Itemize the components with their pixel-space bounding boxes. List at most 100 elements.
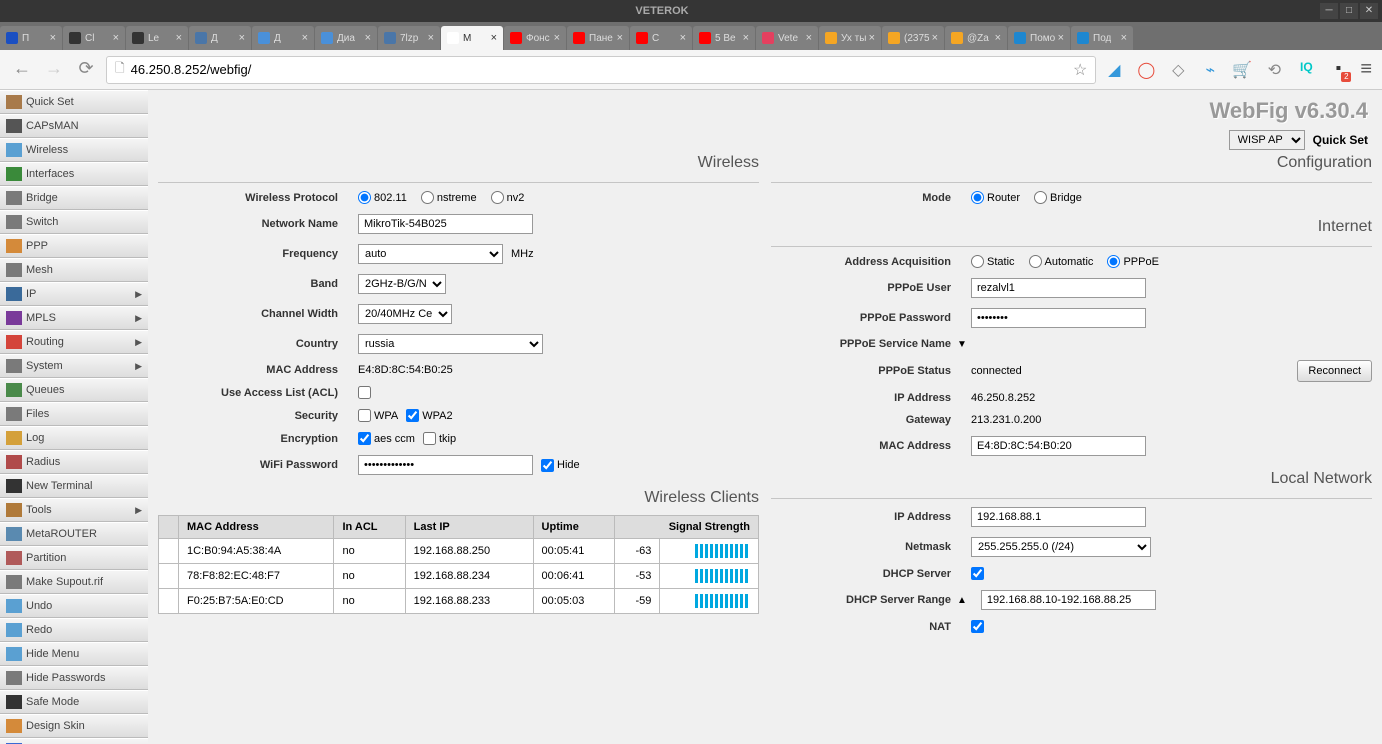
- sidebar-item-system[interactable]: System▶: [0, 354, 148, 378]
- radio-pppoe[interactable]: PPPoE: [1107, 255, 1158, 268]
- browser-tab[interactable]: Диа×: [315, 26, 377, 50]
- th-uptime[interactable]: Uptime: [533, 516, 615, 539]
- tab-close-icon[interactable]: ×: [110, 32, 119, 44]
- sidebar-item-hide-menu[interactable]: Hide Menu: [0, 642, 148, 666]
- radio-bridge[interactable]: Bridge: [1034, 191, 1082, 204]
- select-frequency[interactable]: auto: [358, 244, 503, 264]
- input-lan-ip[interactable]: [971, 507, 1146, 527]
- sidebar-item-log[interactable]: Log: [0, 426, 148, 450]
- sidebar-item-redo[interactable]: Redo: [0, 618, 148, 642]
- url-bar[interactable]: 🗋 ☆: [106, 56, 1096, 84]
- input-pppoe-user[interactable]: [971, 278, 1146, 298]
- tab-close-icon[interactable]: ×: [362, 32, 371, 44]
- checkbox-wpa[interactable]: WPA: [358, 409, 398, 422]
- tab-close-icon[interactable]: ×: [47, 32, 56, 44]
- sidebar-item-mpls[interactable]: MPLS▶: [0, 306, 148, 330]
- checkbox-nat[interactable]: [971, 620, 984, 633]
- th-acl[interactable]: In ACL: [334, 516, 405, 539]
- input-pppoe-password[interactable]: [971, 308, 1146, 328]
- browser-tab[interactable]: Vete×: [756, 26, 818, 50]
- tab-close-icon[interactable]: ×: [551, 32, 560, 44]
- tab-close-icon[interactable]: ×: [866, 32, 875, 44]
- tab-close-icon[interactable]: ×: [677, 32, 686, 44]
- radio-router[interactable]: Router: [971, 191, 1020, 204]
- ext-icon-chat[interactable]: ▪: [1328, 60, 1348, 80]
- input-network-name[interactable]: [358, 214, 533, 234]
- tab-close-icon[interactable]: ×: [1055, 32, 1064, 44]
- expand-pppoe-service-icon[interactable]: ▼: [957, 339, 967, 350]
- tab-close-icon[interactable]: ×: [992, 32, 1001, 44]
- browser-tab[interactable]: 5 Be×: [693, 26, 755, 50]
- window-minimize[interactable]: ─: [1320, 3, 1338, 19]
- input-dhcp-range[interactable]: [981, 590, 1156, 610]
- checkbox-wpa2[interactable]: WPA2: [406, 409, 452, 422]
- table-row[interactable]: F0:25:B7:5A:E0:CDno192.168.88.23300:05:0…: [159, 589, 759, 614]
- reconnect-button[interactable]: Reconnect: [1297, 360, 1372, 382]
- ext-icon-iq[interactable]: IQ: [1296, 60, 1316, 80]
- browser-tab[interactable]: (2375×: [882, 26, 944, 50]
- select-country[interactable]: russia: [358, 334, 543, 354]
- browser-menu-icon[interactable]: ≡: [1360, 58, 1372, 81]
- sidebar-item-wireless[interactable]: Wireless: [0, 138, 148, 162]
- browser-tab[interactable]: Под×: [1071, 26, 1133, 50]
- tab-close-icon[interactable]: ×: [299, 32, 308, 44]
- quickset-mode-select[interactable]: WISP AP: [1229, 130, 1305, 150]
- ext-icon-opera[interactable]: ◯: [1136, 60, 1156, 80]
- ext-icon-shield[interactable]: ◇: [1168, 60, 1188, 80]
- sidebar-item-manual[interactable]: Manual: [0, 738, 148, 744]
- sidebar-item-files[interactable]: Files: [0, 402, 148, 426]
- checkbox-tkip[interactable]: tkip: [423, 432, 456, 445]
- forward-button[interactable]: →: [42, 58, 66, 82]
- input-wifi-password[interactable]: [358, 455, 533, 475]
- tab-close-icon[interactable]: ×: [1118, 32, 1127, 44]
- browser-tab[interactable]: Фонс×: [504, 26, 566, 50]
- tab-close-icon[interactable]: ×: [173, 32, 182, 44]
- sidebar-item-metarouter[interactable]: MetaROUTER: [0, 522, 148, 546]
- checkbox-acl[interactable]: [358, 386, 371, 399]
- table-row[interactable]: 1C:B0:94:A5:38:4Ano192.168.88.25000:05:4…: [159, 539, 759, 564]
- radio-automatic[interactable]: Automatic: [1029, 255, 1094, 268]
- sidebar-item-queues[interactable]: Queues: [0, 378, 148, 402]
- browser-tab[interactable]: Д×: [189, 26, 251, 50]
- browser-tab[interactable]: П×: [0, 26, 62, 50]
- sidebar-item-switch[interactable]: Switch: [0, 210, 148, 234]
- sidebar-item-make-supout-rif[interactable]: Make Supout.rif: [0, 570, 148, 594]
- browser-tab[interactable]: M×: [441, 26, 503, 50]
- bookmark-star-icon[interactable]: ☆: [1073, 60, 1087, 80]
- tab-close-icon[interactable]: ×: [803, 32, 812, 44]
- ext-icon-1[interactable]: ◢: [1104, 60, 1124, 80]
- ext-icon-refresh[interactable]: ⟲: [1264, 60, 1284, 80]
- sidebar-item-design-skin[interactable]: Design Skin: [0, 714, 148, 738]
- reload-button[interactable]: ⟳: [74, 58, 98, 82]
- input-wan-mac[interactable]: [971, 436, 1146, 456]
- checkbox-dhcp[interactable]: [971, 567, 984, 580]
- browser-tab[interactable]: Ух ты×: [819, 26, 881, 50]
- sidebar-item-hide-passwords[interactable]: Hide Passwords: [0, 666, 148, 690]
- url-input[interactable]: [131, 62, 1067, 77]
- radio-nv2[interactable]: nv2: [491, 191, 525, 204]
- radio-nstreme[interactable]: nstreme: [421, 191, 477, 204]
- sidebar-item-interfaces[interactable]: Interfaces: [0, 162, 148, 186]
- sidebar-item-radius[interactable]: Radius: [0, 450, 148, 474]
- tab-close-icon[interactable]: ×: [614, 32, 623, 44]
- ext-icon-dolphin[interactable]: ⌁: [1200, 60, 1220, 80]
- collapse-dhcp-range-icon[interactable]: ▲: [957, 595, 967, 606]
- checkbox-hide-password[interactable]: Hide: [541, 459, 580, 472]
- sidebar-item-capsman[interactable]: CAPsMAN: [0, 114, 148, 138]
- checkbox-aes[interactable]: aes ccm: [358, 432, 415, 445]
- tab-close-icon[interactable]: ×: [488, 32, 497, 44]
- sidebar-item-bridge[interactable]: Bridge: [0, 186, 148, 210]
- browser-tab[interactable]: С×: [630, 26, 692, 50]
- sidebar-item-ip[interactable]: IP▶: [0, 282, 148, 306]
- th-lastip[interactable]: Last IP: [405, 516, 533, 539]
- window-maximize[interactable]: □: [1340, 3, 1358, 19]
- sidebar-item-new-terminal[interactable]: New Terminal: [0, 474, 148, 498]
- sidebar-item-partition[interactable]: Partition: [0, 546, 148, 570]
- select-channel-width[interactable]: 20/40MHz Ce: [358, 304, 452, 324]
- radio-80211[interactable]: 802.11: [358, 191, 407, 204]
- window-close[interactable]: ✕: [1360, 3, 1378, 19]
- select-band[interactable]: 2GHz-B/G/N: [358, 274, 446, 294]
- th-signal[interactable]: Signal Strength: [615, 516, 759, 539]
- radio-static[interactable]: Static: [971, 255, 1015, 268]
- browser-tab[interactable]: Помо×: [1008, 26, 1070, 50]
